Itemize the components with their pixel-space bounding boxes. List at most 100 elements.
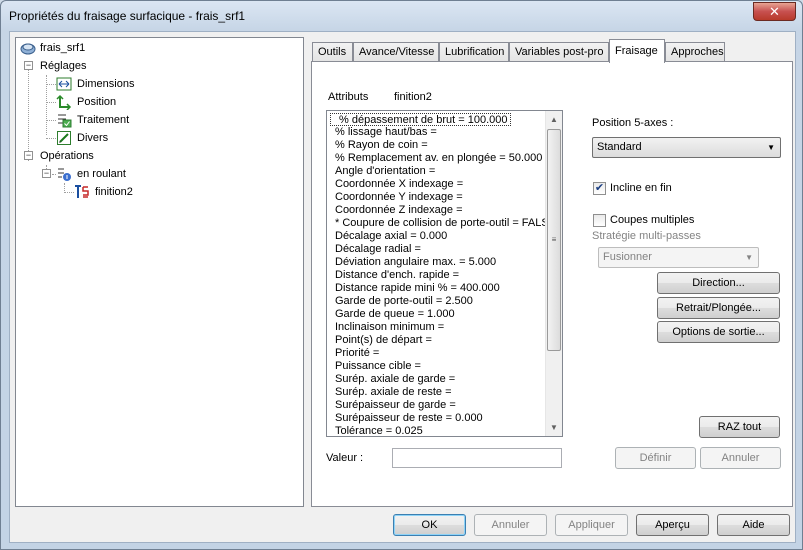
- tree-line: [46, 102, 56, 103]
- attributs-value: finition2: [394, 91, 432, 103]
- attribute-item[interactable]: Garde de queue = 1.000: [335, 308, 455, 321]
- tab-avance-vitesse[interactable]: Avance/Vitesse: [353, 42, 439, 62]
- scroll-down-icon[interactable]: ▼: [546, 419, 562, 436]
- attribute-item[interactable]: Surépaisseur de garde =: [335, 399, 456, 412]
- attributes-scrollbar[interactable]: ▲ ≡ ▼: [545, 111, 562, 436]
- attribute-item[interactable]: Angle d'orientation =: [335, 165, 435, 178]
- strategie-label: Stratégie multi-passes: [592, 230, 701, 242]
- close-button[interactable]: ✕: [753, 2, 796, 21]
- options-sortie-button[interactable]: Options de sortie...: [657, 321, 780, 343]
- raz-tout-button[interactable]: RAZ tout: [699, 416, 780, 438]
- attribute-item[interactable]: Déviation angulaire max. = 5.000: [335, 256, 496, 269]
- position-icon: [56, 94, 72, 110]
- tree-item-finition2[interactable]: finition2: [74, 183, 214, 201]
- position5-value: Standard: [597, 141, 642, 153]
- tree-line: [64, 192, 74, 193]
- tree-label-en-roulant: en roulant: [77, 168, 126, 180]
- attribute-item[interactable]: % dépassement de brut = 100.000: [330, 113, 512, 126]
- tree-label-finition2: finition2: [94, 183, 134, 201]
- scroll-thumb[interactable]: ≡: [547, 129, 561, 351]
- attribute-item[interactable]: Distance d'ench. rapide =: [335, 269, 459, 282]
- tab-outils[interactable]: Outils: [312, 42, 353, 62]
- direction-button[interactable]: Direction...: [657, 272, 780, 294]
- valeur-input[interactable]: [392, 448, 562, 468]
- tree-item-traitement[interactable]: Traitement: [56, 111, 176, 129]
- tree-item-dimensions[interactable]: Dimensions: [56, 75, 176, 93]
- tab-lubrification[interactable]: Lubrification: [439, 42, 509, 62]
- tree-label-reglages: Réglages: [40, 60, 87, 72]
- attribute-item[interactable]: Surép. axiale de reste =: [335, 386, 452, 399]
- appliquer-button[interactable]: Appliquer: [555, 514, 628, 536]
- collapse-icon[interactable]: −: [24, 151, 33, 160]
- title-bar[interactable]: Propriétés du fraisage surfacique - frai…: [1, 1, 802, 31]
- attribute-item[interactable]: % lissage haut/bas =: [335, 126, 437, 139]
- tree-item-operations[interactable]: Opérations: [40, 147, 160, 165]
- attribute-item[interactable]: Surépaisseur de reste = 0.000: [335, 412, 483, 425]
- tree-label-operations: Opérations: [40, 150, 94, 162]
- tree-label-position: Position: [77, 96, 117, 108]
- attribute-item[interactable]: Tolérance = 0.025: [335, 425, 423, 436]
- attributs-label: Attributs: [328, 91, 369, 103]
- attributes-list[interactable]: % dépassement de brut = 100.000% lissage…: [326, 110, 563, 437]
- attribute-item[interactable]: Coordonnée Z indexage =: [335, 204, 463, 217]
- aide-button[interactable]: Aide: [717, 514, 790, 536]
- tree-item-root[interactable]: frais_srf1: [20, 39, 220, 57]
- attribute-item[interactable]: % Remplacement av. en plongée = 50.000: [335, 152, 542, 165]
- dimensions-icon: [56, 77, 72, 91]
- collapse-icon[interactable]: −: [42, 169, 51, 178]
- operation-icon: [58, 168, 71, 181]
- fraisage-panel: Attributs finition2 % dépassement de bru…: [311, 61, 793, 507]
- strategie-select[interactable]: Fusionner ▼: [598, 247, 759, 268]
- dialog-client: frais_srf1 − Réglages Dimensions Positio…: [9, 31, 796, 543]
- finishing-tool-icon: [75, 185, 89, 198]
- attribute-item[interactable]: Garde de porte-outil = 2.500: [335, 295, 473, 308]
- tree-line: [46, 138, 56, 139]
- retrait-plongee-button[interactable]: Retrait/Plongée...: [657, 297, 780, 319]
- collapse-icon[interactable]: −: [24, 61, 33, 70]
- position5-label: Position 5-axes :: [592, 117, 674, 129]
- dropdown-arrow-icon: ▼: [767, 143, 775, 152]
- strategie-value: Fusionner: [603, 251, 652, 263]
- misc-icon: [57, 131, 71, 145]
- tab-variables-post-pro[interactable]: Variables post-pro: [509, 42, 609, 62]
- attribute-item[interactable]: Distance rapide mini % = 400.000: [335, 282, 500, 295]
- ok-button[interactable]: OK: [393, 514, 466, 536]
- attribute-item[interactable]: % Rayon de coin =: [335, 139, 428, 152]
- annuler-button[interactable]: Annuler: [474, 514, 547, 536]
- dropdown-arrow-icon: ▼: [745, 253, 753, 262]
- attribute-item[interactable]: Coordonnée Y indexage =: [335, 191, 463, 204]
- valeur-label: Valeur :: [326, 452, 364, 464]
- attribute-item[interactable]: Décalage radial =: [335, 243, 421, 256]
- incline-label[interactable]: Incline en fin: [610, 182, 672, 194]
- tree-item-en-roulant[interactable]: en roulant: [56, 165, 196, 183]
- tree-label-dimensions: Dimensions: [77, 78, 135, 90]
- properties-tree[interactable]: frais_srf1 − Réglages Dimensions Positio…: [15, 37, 304, 507]
- tree-label-root: frais_srf1: [40, 42, 86, 54]
- attribute-item[interactable]: * Coupure de collision de porte-outil = …: [335, 217, 556, 230]
- attribute-item[interactable]: Décalage axial = 0.000: [335, 230, 447, 243]
- tree-line: [46, 84, 56, 85]
- coupes-checkbox[interactable]: [593, 214, 606, 227]
- attribute-item[interactable]: Point(s) de départ =: [335, 334, 432, 347]
- tree-item-divers[interactable]: Divers: [56, 129, 176, 147]
- attribute-item[interactable]: Puissance cible =: [335, 360, 421, 373]
- position5-select[interactable]: Standard ▼: [592, 137, 781, 158]
- tab-approches[interactable]: Approches: [665, 42, 725, 62]
- attribute-item[interactable]: Inclinaison minimum =: [335, 321, 444, 334]
- tree-line: [46, 120, 56, 121]
- tree-label-traitement: Traitement: [77, 114, 130, 126]
- tree-item-position[interactable]: Position: [56, 93, 176, 111]
- tree-item-reglages[interactable]: Réglages: [40, 57, 160, 75]
- attribute-item[interactable]: Coordonnée X indexage =: [335, 178, 463, 191]
- attribute-item[interactable]: Surép. axiale de garde =: [335, 373, 455, 386]
- incline-checkbox[interactable]: ✔: [593, 182, 606, 195]
- coupes-label[interactable]: Coupes multiples: [610, 214, 694, 226]
- scroll-up-icon[interactable]: ▲: [546, 111, 562, 128]
- tab-fraisage[interactable]: Fraisage: [609, 39, 665, 63]
- definir-button[interactable]: Définir: [615, 447, 696, 469]
- dialog-window: Propriétés du fraisage surfacique - frai…: [0, 0, 803, 550]
- annuler-valeur-button[interactable]: Annuler: [700, 447, 781, 469]
- attribute-item[interactable]: Priorité =: [335, 347, 379, 360]
- apercu-button[interactable]: Aperçu: [636, 514, 709, 536]
- window-title: Propriétés du fraisage surfacique - frai…: [9, 9, 246, 23]
